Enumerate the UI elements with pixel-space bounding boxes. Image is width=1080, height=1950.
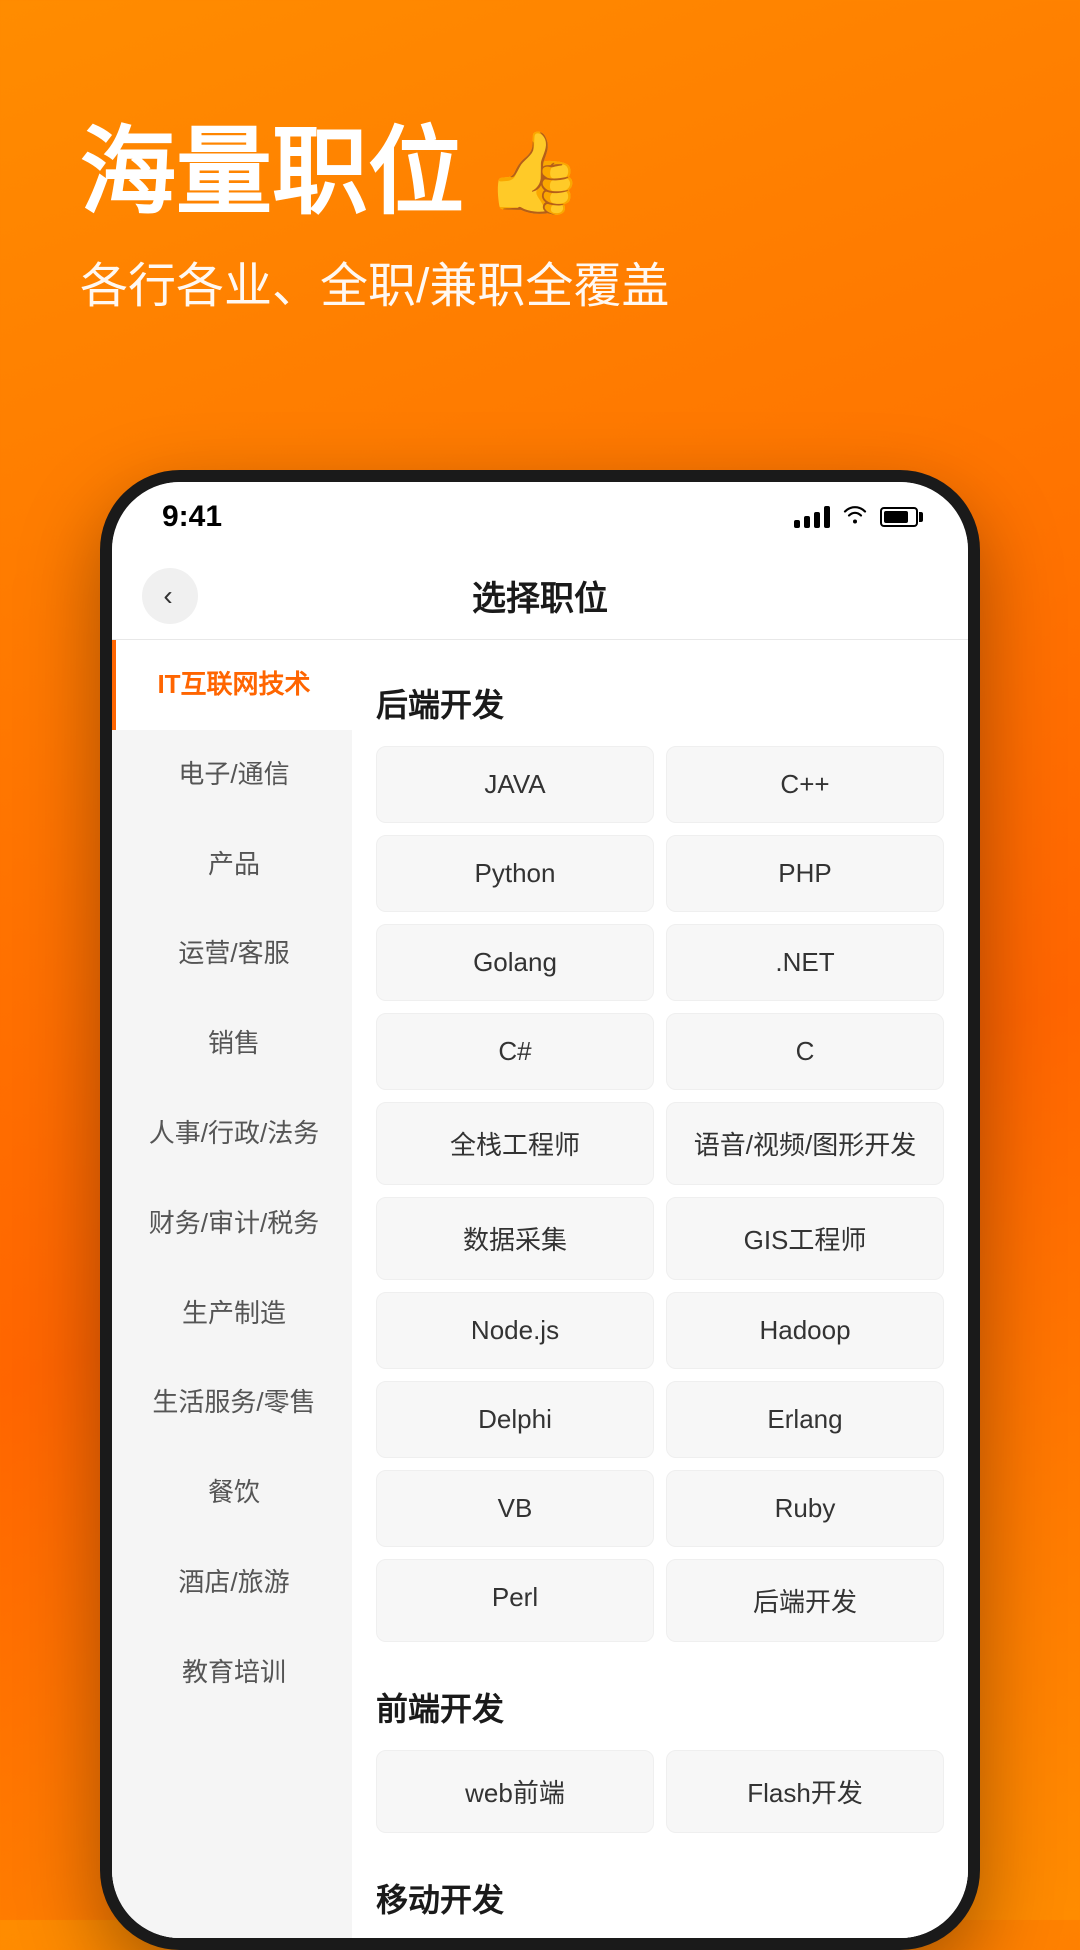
tag-Ruby[interactable]: Ruby [666, 1470, 944, 1547]
tag-VB[interactable]: VB [376, 1470, 654, 1547]
sidebar-item-2[interactable]: 产品 [112, 820, 352, 910]
tag-row: VBRuby [376, 1470, 944, 1547]
tag-row: C#C [376, 1013, 944, 1090]
sidebar-item-6[interactable]: 财务/审计/税务 [112, 1179, 352, 1269]
tag-Erlang[interactable]: Erlang [666, 1381, 944, 1458]
sidebar-item-1[interactable]: 电子/通信 [112, 730, 352, 820]
wifi-icon [842, 504, 868, 530]
tag-Flash--[interactable]: Flash开发 [666, 1750, 944, 1833]
section-spacer [376, 1845, 944, 1865]
hero-title-text: 海量职位 [80, 120, 464, 226]
tag-Delphi[interactable]: Delphi [376, 1381, 654, 1458]
sidebar-item-11[interactable]: 教育培训 [112, 1628, 352, 1718]
content-area: IT互联网技术电子/通信产品运营/客服销售人事/行政/法务财务/审计/税务生产制… [112, 640, 968, 1938]
hero-subtitle: 各行各业、全职/兼职全覆盖 [80, 246, 1000, 316]
sidebar-item-4[interactable]: 销售 [112, 999, 352, 1089]
section-title-0: 后端开发 [376, 680, 944, 726]
sidebar-item-7[interactable]: 生产制造 [112, 1269, 352, 1359]
tag-Golang[interactable]: Golang [376, 924, 654, 1001]
tag-Hadoop[interactable]: Hadoop [666, 1292, 944, 1369]
hero-title: 海量职位 👍 [80, 120, 1000, 226]
sidebar-item-3[interactable]: 运营/客服 [112, 909, 352, 999]
nav-bar: ‹ 选择职位 [112, 552, 968, 640]
back-button[interactable]: ‹ [142, 568, 198, 624]
tag-row: PythonPHP [376, 835, 944, 912]
sidebar-item-0[interactable]: IT互联网技术 [112, 640, 352, 730]
back-icon: ‹ [163, 580, 172, 612]
thumb-icon: 👍 [484, 129, 584, 217]
phone-frame: 9:41 ‹ 选择职位 IT互联网技术电子/通信产 [100, 470, 980, 1950]
signal-icon [794, 506, 830, 528]
hero-section: 海量职位 👍 各行各业、全职/兼职全覆盖 [0, 0, 1080, 376]
tag-C--[interactable]: C++ [666, 746, 944, 823]
tag-Node-js[interactable]: Node.js [376, 1292, 654, 1369]
tag-row: Golang.NET [376, 924, 944, 1001]
sidebar-item-5[interactable]: 人事/行政/法务 [112, 1089, 352, 1179]
tag--NET[interactable]: .NET [666, 924, 944, 1001]
sidebar-item-10[interactable]: 酒店/旅游 [112, 1538, 352, 1628]
tag-row: Node.jsHadoop [376, 1292, 944, 1369]
nav-title: 选择职位 [472, 571, 608, 620]
tag-row: Perl后端开发 [376, 1559, 944, 1642]
tag-C[interactable]: C [666, 1013, 944, 1090]
tag-web--[interactable]: web前端 [376, 1750, 654, 1833]
status-time: 9:41 [162, 500, 222, 534]
section-title-2: 移动开发 [376, 1875, 944, 1921]
tag-row: web前端Flash开发 [376, 1750, 944, 1833]
tag-row: DelphiErlang [376, 1381, 944, 1458]
section-spacer [376, 1654, 944, 1674]
tag-----[interactable]: 后端开发 [666, 1559, 944, 1642]
tag-GIS---[interactable]: GIS工程师 [666, 1197, 944, 1280]
tag-----------[interactable]: 语音/视频/图形开发 [666, 1102, 944, 1185]
sidebar: IT互联网技术电子/通信产品运营/客服销售人事/行政/法务财务/审计/税务生产制… [112, 640, 352, 1938]
tag-PHP[interactable]: PHP [666, 835, 944, 912]
battery-icon [880, 507, 918, 527]
status-icons [794, 504, 918, 530]
right-panel: 后端开发JAVAC++PythonPHPGolang.NETC#C全栈工程师语音… [352, 640, 968, 1938]
tag-row: JAVAC++ [376, 746, 944, 823]
sidebar-item-9[interactable]: 餐饮 [112, 1448, 352, 1538]
tag-----[interactable]: 数据采集 [376, 1197, 654, 1280]
tag-JAVA[interactable]: JAVA [376, 746, 654, 823]
status-bar: 9:41 [112, 482, 968, 552]
section-title-1: 前端开发 [376, 1684, 944, 1730]
sidebar-item-8[interactable]: 生活服务/零售 [112, 1358, 352, 1448]
tag-row: 数据采集GIS工程师 [376, 1197, 944, 1280]
tag-Perl[interactable]: Perl [376, 1559, 654, 1642]
tag-Python[interactable]: Python [376, 835, 654, 912]
tag-row: 全栈工程师语音/视频/图形开发 [376, 1102, 944, 1185]
tag------[interactable]: 全栈工程师 [376, 1102, 654, 1185]
tag-C-[interactable]: C# [376, 1013, 654, 1090]
